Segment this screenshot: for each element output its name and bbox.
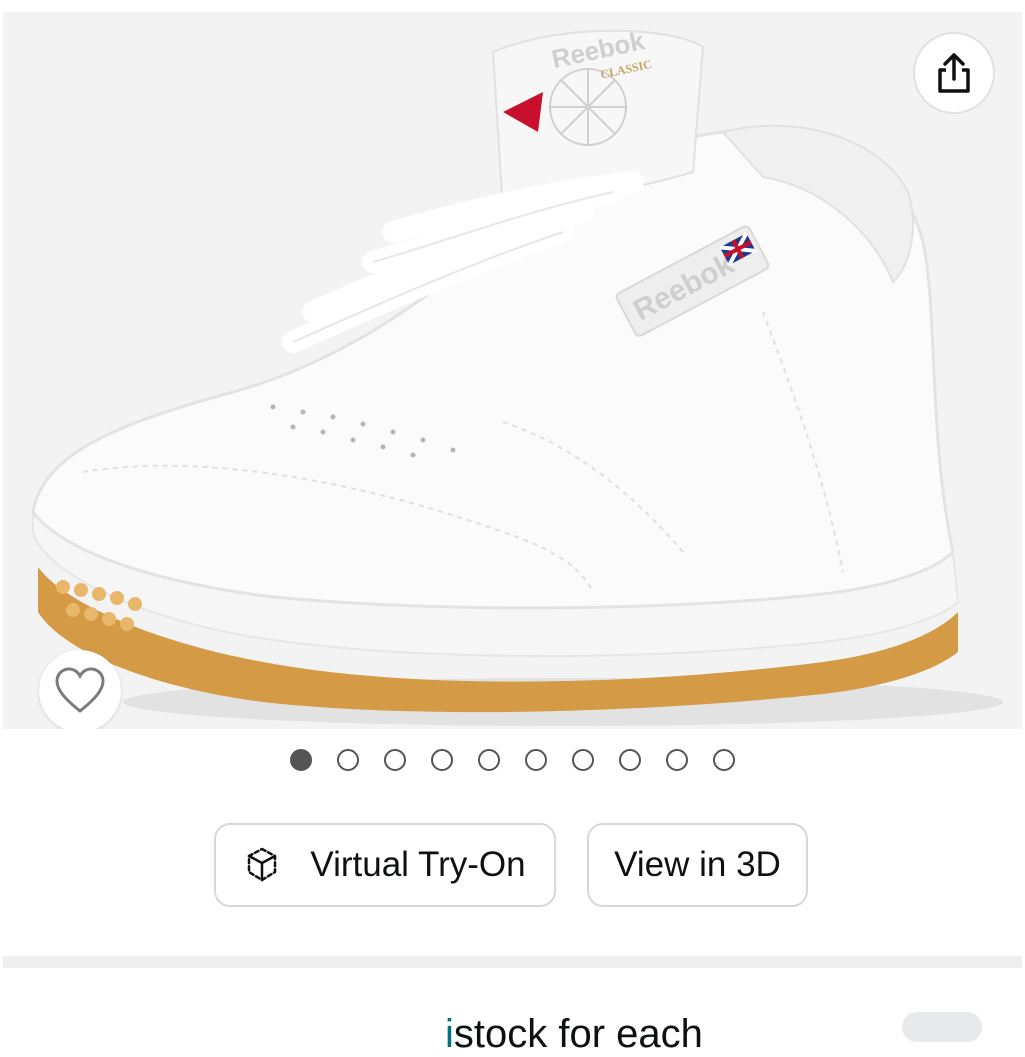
section-divider bbox=[3, 956, 1022, 968]
pagination-dot[interactable] bbox=[290, 749, 312, 771]
pagination-dot[interactable] bbox=[337, 749, 359, 771]
heart-icon bbox=[55, 667, 105, 713]
share-icon bbox=[938, 53, 970, 93]
pagination-dot[interactable] bbox=[572, 749, 594, 771]
product-image[interactable]: Reebok CLASSIC Reebok bbox=[3, 12, 1022, 729]
view-in-3d-button[interactable]: View in 3D bbox=[587, 823, 808, 907]
virtual-try-on-label: Virtual Try-On bbox=[310, 845, 526, 884]
pagination-dot[interactable] bbox=[619, 749, 641, 771]
partial-below-fold-text: istock for each bbox=[445, 1012, 703, 1056]
pagination-dot[interactable] bbox=[713, 749, 735, 771]
pagination-dot[interactable] bbox=[384, 749, 406, 771]
share-button[interactable] bbox=[913, 32, 995, 114]
product-image-gallery[interactable]: Reebok CLASSIC Reebok bbox=[3, 12, 1022, 729]
add-to-list-button[interactable] bbox=[39, 650, 121, 729]
partial-toggle[interactable] bbox=[902, 1012, 982, 1042]
image-pagination[interactable] bbox=[0, 747, 1025, 773]
view-in-3d-label: View in 3D bbox=[614, 845, 781, 884]
pagination-dot[interactable] bbox=[666, 749, 688, 771]
partial-link-text[interactable]: i bbox=[445, 1012, 454, 1056]
pagination-dot[interactable] bbox=[478, 749, 500, 771]
virtual-try-on-button[interactable]: Virtual Try-On bbox=[214, 823, 556, 907]
cube-icon bbox=[244, 846, 280, 884]
pagination-dot[interactable] bbox=[525, 749, 547, 771]
pagination-dot[interactable] bbox=[431, 749, 453, 771]
